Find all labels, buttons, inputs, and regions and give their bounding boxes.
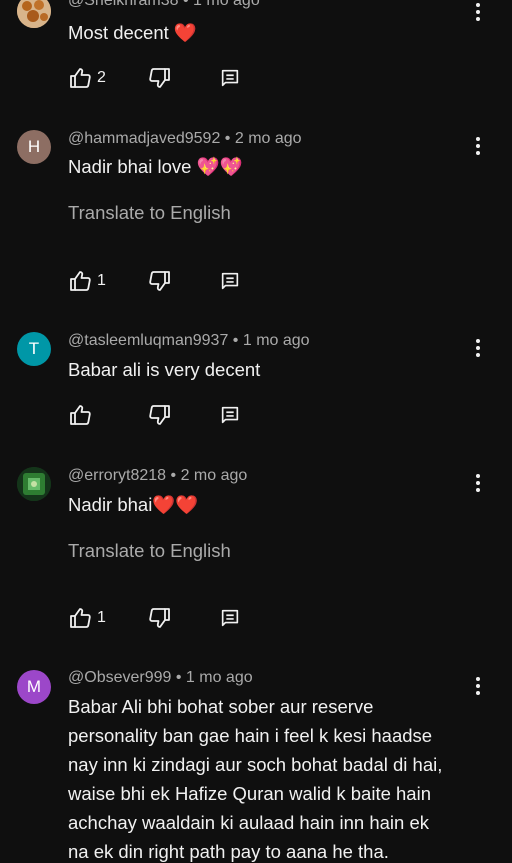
thumbs-down-icon [149,68,170,88]
like-count: 1 [97,609,106,626]
like-button[interactable]: 1 [68,268,106,294]
comment-author[interactable]: @Sheikhram38 [68,0,179,9]
comment-meta: @Sheikhram38 • 1 mo ago [68,0,260,10]
avatar-image [17,0,51,28]
reply-button[interactable] [219,402,241,428]
reply-icon [221,609,239,627]
avatar[interactable] [17,467,51,501]
comment-line: personality ban gae hain i feel k kesi h… [68,725,433,746]
comment-meta: @erroryt8218 • 2 mo ago [68,467,247,485]
comment-text: Nadir bhai love 💖💖 [68,156,243,177]
comments-page: @Sheikhram38 • 1 mo ago Most decent ❤️ 2… [0,0,512,863]
comment-age: 1 mo ago [242,332,310,349]
like-count: 1 [97,272,106,289]
like-button[interactable] [68,402,92,428]
avatar[interactable]: T [17,332,51,366]
comment-author[interactable]: @Obsever999 [68,669,171,686]
thumbs-down-icon [149,608,170,628]
translate-link[interactable]: Translate to English [68,202,231,224]
comment-line: Babar Ali bhi bohat sober aur reserve [68,696,374,717]
comment-text: Babar Ali bhi bohat sober aur reserve pe… [68,692,488,863]
dislike-button[interactable] [148,605,172,631]
comment-emoji: ❤️ [173,22,197,43]
comment-text: Most decent ❤️ [68,22,197,43]
comment-meta: @hammadjaved9592 • 2 mo ago [68,130,302,148]
comment-age: 2 mo ago [180,467,248,484]
thumbs-down-icon [149,271,170,291]
reply-button[interactable] [219,605,241,631]
comment-author[interactable]: @tasleemluqman9937 [68,332,228,349]
thumbs-down-icon [149,405,170,425]
comment-author[interactable]: @hammadjaved9592 [68,130,220,147]
thumbs-up-icon [70,405,91,425]
comment-line: achchay waaldain ki aulaad hain inn hain… [68,812,430,833]
avatar[interactable] [17,0,51,28]
meta-separator: • [220,130,235,147]
like-button[interactable]: 2 [68,65,106,91]
avatar[interactable]: H [17,130,51,164]
comment-line: waise bhi ek Hafize Quran walid k baite … [68,783,431,804]
like-button[interactable]: 1 [68,605,106,631]
thumbs-up-icon [70,68,91,88]
meta-separator: • [166,467,181,484]
comment-actions: 1 [0,268,512,294]
comment-actions: 2 [0,65,512,91]
comment-age: 1 mo ago [193,0,260,9]
more-vertical-icon[interactable] [468,134,488,158]
translate-link[interactable]: Translate to English [68,540,231,562]
reply-button[interactable] [219,268,241,294]
comment-age: 1 mo ago [185,669,253,686]
meta-separator: • [171,669,186,686]
dislike-button[interactable] [148,65,172,91]
reply-icon [221,272,239,290]
meta-separator: • [228,332,243,349]
reply-icon [221,406,239,424]
comment-author[interactable]: @erroryt8218 [68,467,166,484]
comment-meta: @Obsever999 • 1 mo ago [68,669,253,687]
comment-text: Nadir bhai❤️❤️ [68,494,199,515]
comment-text: Babar ali is very decent [68,359,261,380]
dislike-button[interactable] [148,402,172,428]
comment-emoji: ❤️❤️ [152,494,199,515]
avatar[interactable]: M [17,670,51,704]
like-count: 2 [97,69,106,86]
dislike-button[interactable] [148,268,172,294]
thumbs-up-icon [70,271,91,291]
more-vertical-icon[interactable] [468,336,488,360]
more-vertical-icon[interactable] [468,471,488,495]
thumbs-up-icon [70,608,91,628]
comment-line: nay inn ki zindagi aur soch bohat badal … [68,754,443,775]
comment-emoji: 💖💖 [196,156,243,177]
reply-icon [221,69,239,87]
comment-line: na ek din right path pay to aana he tha. [68,841,389,862]
avatar-image [17,467,51,501]
more-vertical-icon[interactable] [468,0,488,24]
comment-meta: @tasleemluqman9937 • 1 mo ago [68,332,310,350]
comment-age: 2 mo ago [234,130,302,147]
comment-actions: 1 [0,605,512,631]
comment-actions [0,402,512,428]
reply-button[interactable] [219,65,241,91]
meta-separator: • [178,0,194,9]
